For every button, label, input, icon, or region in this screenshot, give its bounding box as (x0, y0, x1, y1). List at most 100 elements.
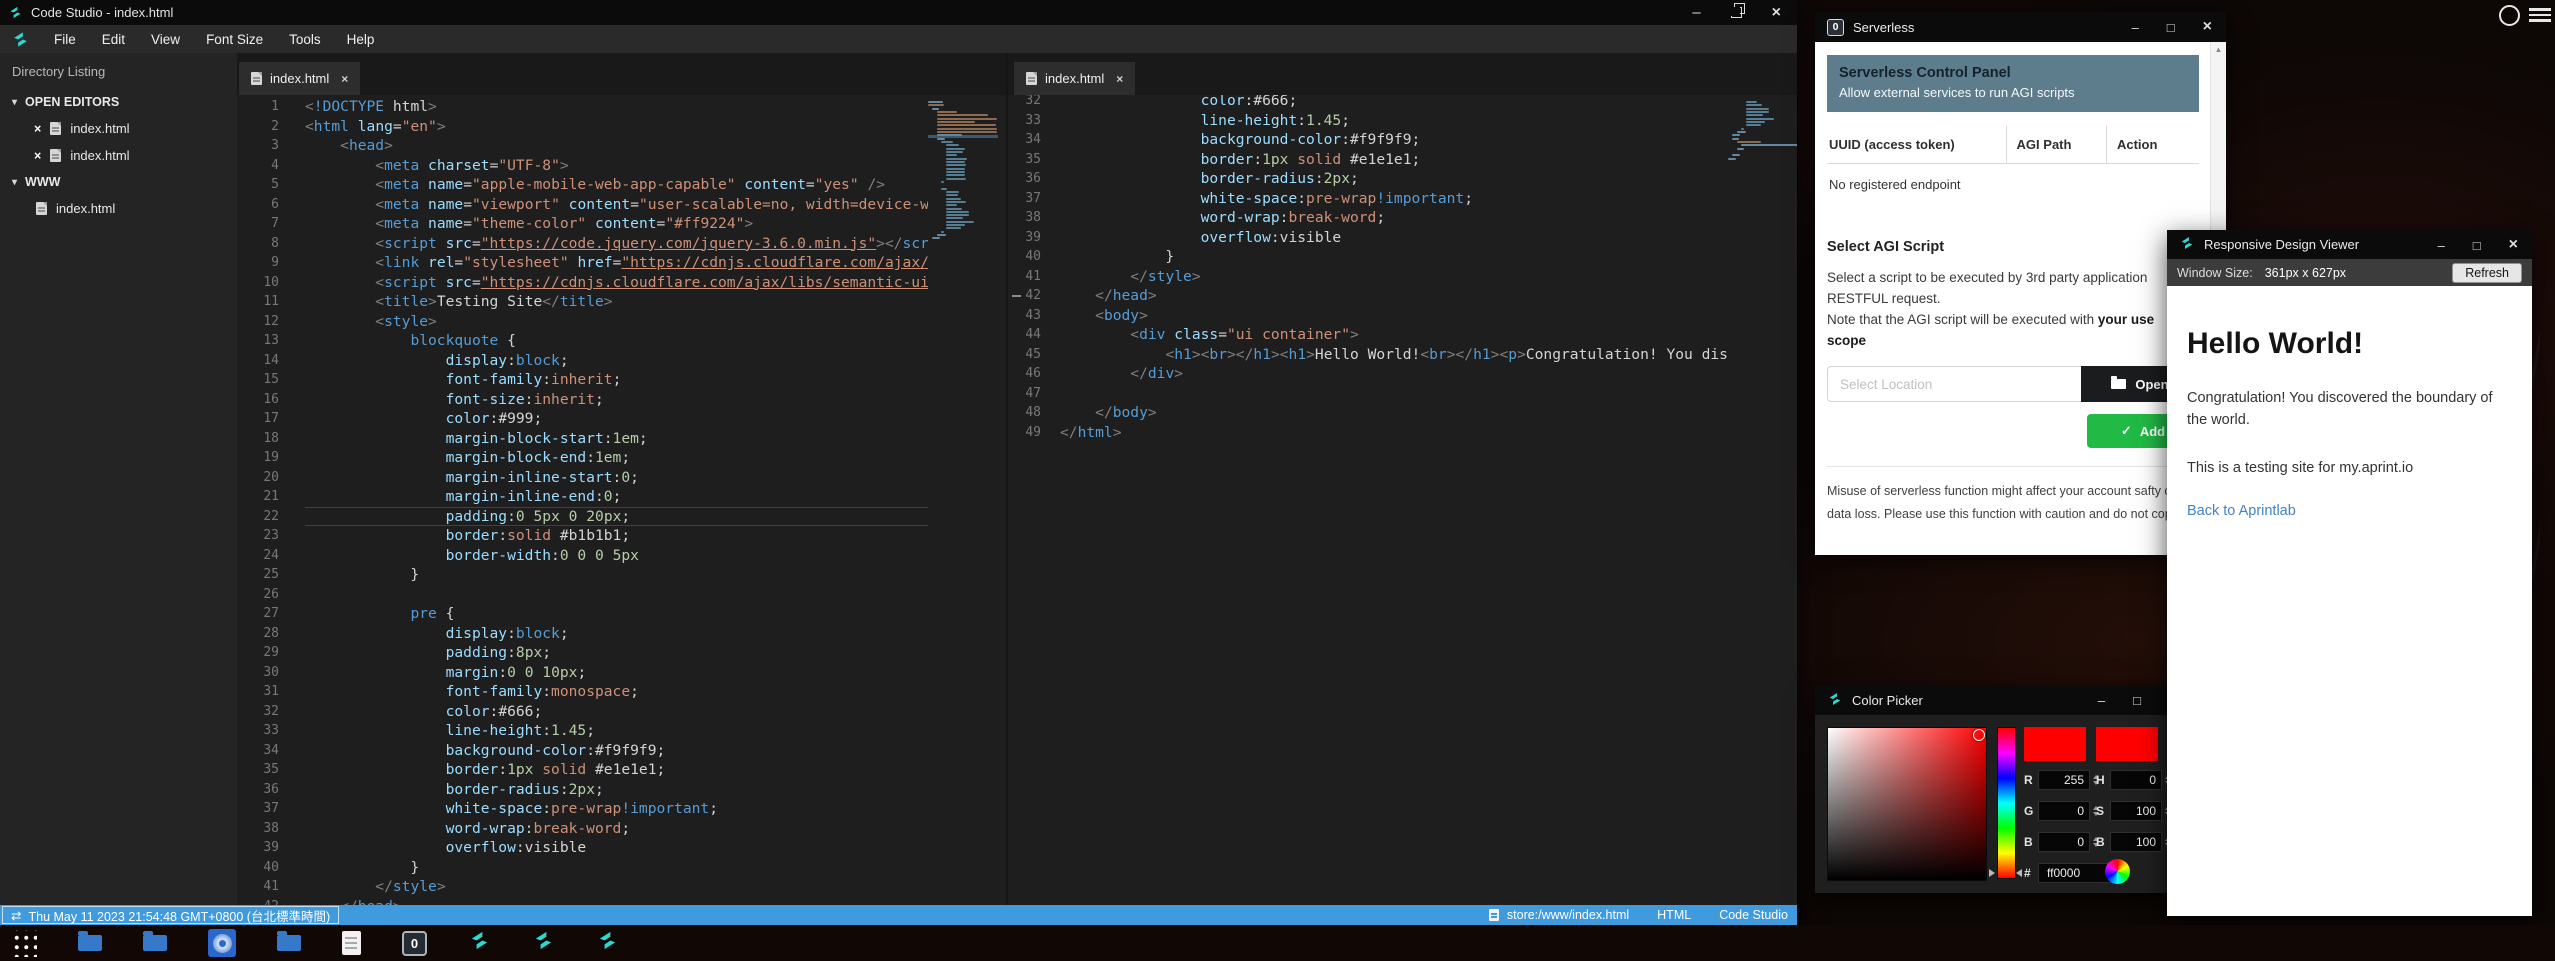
menu-tools[interactable]: Tools (276, 25, 334, 53)
hue-slider[interactable] (1997, 727, 2016, 879)
maximize-icon[interactable]: □ (2133, 693, 2141, 708)
minimize-icon[interactable]: – (2438, 238, 2445, 253)
code-line[interactable]: font-size:inherit; (305, 390, 928, 410)
hamburger-menu-icon[interactable] (2529, 8, 2551, 22)
close-file-icon[interactable]: × (34, 149, 41, 163)
code-line[interactable]: line-height:1.45; (1060, 111, 1728, 131)
code-line[interactable]: </style> (305, 877, 928, 897)
code-line[interactable]: <meta name="theme-color" content="#ff922… (305, 214, 928, 234)
close-file-icon[interactable]: × (34, 122, 41, 136)
saturation-selector[interactable] (1973, 729, 1985, 741)
hue-marker-left[interactable] (1989, 869, 1995, 877)
code-line[interactable]: } (305, 858, 928, 878)
code-line[interactable]: margin-block-end:1em; (305, 448, 928, 468)
folder-icon[interactable] (143, 935, 167, 951)
code-line[interactable]: margin-inline-start:0; (305, 468, 928, 488)
restore-icon[interactable] (1731, 7, 1742, 18)
code-line[interactable]: </style> (1060, 267, 1728, 287)
code-line[interactable]: <meta name="viewport" content="user-scal… (305, 195, 928, 215)
code-line[interactable]: blockquote { (305, 331, 928, 351)
code-line[interactable]: </div> (1060, 364, 1728, 384)
code-line[interactable] (1060, 384, 1728, 404)
brightness-value-field[interactable]: 100 (2110, 832, 2162, 852)
color-wheel-icon[interactable] (2105, 859, 2130, 884)
back-link[interactable]: Back to Aprintlab (2187, 503, 2296, 519)
code-line[interactable]: color:#999; (305, 409, 928, 429)
code-line[interactable]: <title>Testing Site</title> (305, 292, 928, 312)
h-value-field[interactable]: 0 (2110, 770, 2162, 790)
code-line[interactable]: overflow:visible (1060, 228, 1728, 248)
code-line[interactable]: </head> (1060, 286, 1728, 306)
code-line[interactable]: margin:0 0 10px; (305, 663, 928, 683)
menu-font-size[interactable]: Font Size (193, 25, 276, 53)
code-line[interactable]: white-space:pre-wrap!important; (1060, 189, 1728, 209)
code-line[interactable]: <body> (1060, 306, 1728, 326)
close-icon[interactable]: × (1772, 7, 1781, 19)
code-line[interactable]: border-width:0 0 0 5px (305, 546, 928, 566)
code-line[interactable]: <script src="https://cdnjs.cloudflare.co… (305, 273, 928, 293)
refresh-button[interactable]: Refresh (2452, 263, 2522, 283)
code-line[interactable]: <head> (305, 136, 928, 156)
code-line[interactable]: background-color:#f9f9f9; (305, 741, 928, 761)
code-line[interactable]: margin-inline-end:0; (305, 487, 928, 507)
code-line[interactable]: display:block; (305, 351, 928, 371)
main-title-bar[interactable]: Code Studio - index.html – × (0, 0, 1797, 25)
code-line[interactable]: line-height:1.45; (305, 721, 928, 741)
open-editor-item[interactable]: × index.html (0, 115, 237, 142)
minimize-icon[interactable]: – (2132, 20, 2139, 35)
code-line[interactable]: <div class="ui container"> (1060, 325, 1728, 345)
b-value-field[interactable]: 0 (2038, 832, 2090, 852)
code-line[interactable]: border:1px solid #e1e1e1; (1060, 150, 1728, 170)
code-line[interactable]: margin-block-start:1em; (305, 429, 928, 449)
code-line[interactable]: <meta name="apple-mobile-web-app-capable… (305, 175, 928, 195)
saturation-square[interactable] (1827, 727, 1987, 881)
menu-edit[interactable]: Edit (89, 25, 138, 53)
code-line[interactable]: </body> (1060, 403, 1728, 423)
code-line[interactable]: padding:0 5px 0 20px; (305, 507, 928, 527)
r-value-field[interactable]: 255 (2038, 770, 2090, 790)
code-line[interactable]: border-radius:2px; (305, 780, 928, 800)
tab-index-html[interactable]: index.html × (239, 62, 360, 95)
menu-help[interactable]: Help (334, 25, 388, 53)
folder-icon[interactable] (78, 935, 102, 951)
code-line[interactable]: font-family:inherit; (305, 370, 928, 390)
open-editor-item[interactable]: × index.html (0, 142, 237, 169)
code-editor[interactable]: <!DOCTYPE html><html lang="en"> <head> <… (299, 95, 928, 905)
maximize-icon[interactable]: □ (2473, 238, 2481, 253)
code-editor[interactable]: color:#666; line-height:1.45; background… (1054, 95, 1728, 905)
code-line[interactable]: color:#666; (1060, 95, 1728, 111)
app-launcher-icon[interactable] (10, 930, 37, 957)
serverless-title-bar[interactable]: 0 Serverless – □ × (1815, 12, 2226, 42)
code-line[interactable]: <html lang="en"> (305, 117, 928, 137)
code-line[interactable]: padding:8px; (305, 643, 928, 663)
file-app-icon[interactable] (342, 931, 361, 955)
minimap[interactable] (928, 95, 1006, 905)
code-line[interactable]: <link rel="stylesheet" href="https://cdn… (305, 253, 928, 273)
code-line[interactable]: color:#666; (305, 702, 928, 722)
code-line[interactable]: display:block; (305, 624, 928, 644)
status-language[interactable]: HTML (1657, 908, 1691, 922)
hue-marker-right[interactable] (2016, 869, 2022, 877)
code-line[interactable]: border-radius:2px; (1060, 169, 1728, 189)
sidebar-section-open-editors[interactable]: ▾ OPEN EDITORS (0, 89, 237, 115)
code-studio-app-icon[interactable] (596, 929, 619, 957)
code-line[interactable]: word-wrap:break-word; (305, 819, 928, 839)
close-tab-icon[interactable]: × (1116, 72, 1123, 86)
code-studio-app-icon[interactable] (532, 929, 555, 957)
menu-view[interactable]: View (138, 25, 193, 53)
disc-app-icon[interactable] (208, 929, 236, 957)
close-icon[interactable]: × (2509, 239, 2518, 251)
location-input[interactable] (1827, 366, 2081, 402)
code-line[interactable]: overflow:visible (305, 838, 928, 858)
code-studio-app-icon[interactable] (468, 929, 491, 957)
serverless-app-icon[interactable]: 0 (402, 931, 427, 956)
viewer-title-bar[interactable]: Responsive Design Viewer – □ × (2167, 230, 2532, 259)
code-line[interactable]: <script src="https://code.jquery.com/jqu… (305, 234, 928, 254)
code-line[interactable]: <!DOCTYPE html> (305, 97, 928, 117)
minimize-icon[interactable]: – (1692, 8, 1700, 18)
code-line[interactable]: <meta charset="UTF-8"> (305, 156, 928, 176)
code-line[interactable]: white-space:pre-wrap!important; (305, 799, 928, 819)
code-line[interactable]: </head> (305, 897, 928, 906)
s-value-field[interactable]: 100 (2110, 801, 2162, 821)
code-line[interactable]: </html> (1060, 423, 1728, 443)
